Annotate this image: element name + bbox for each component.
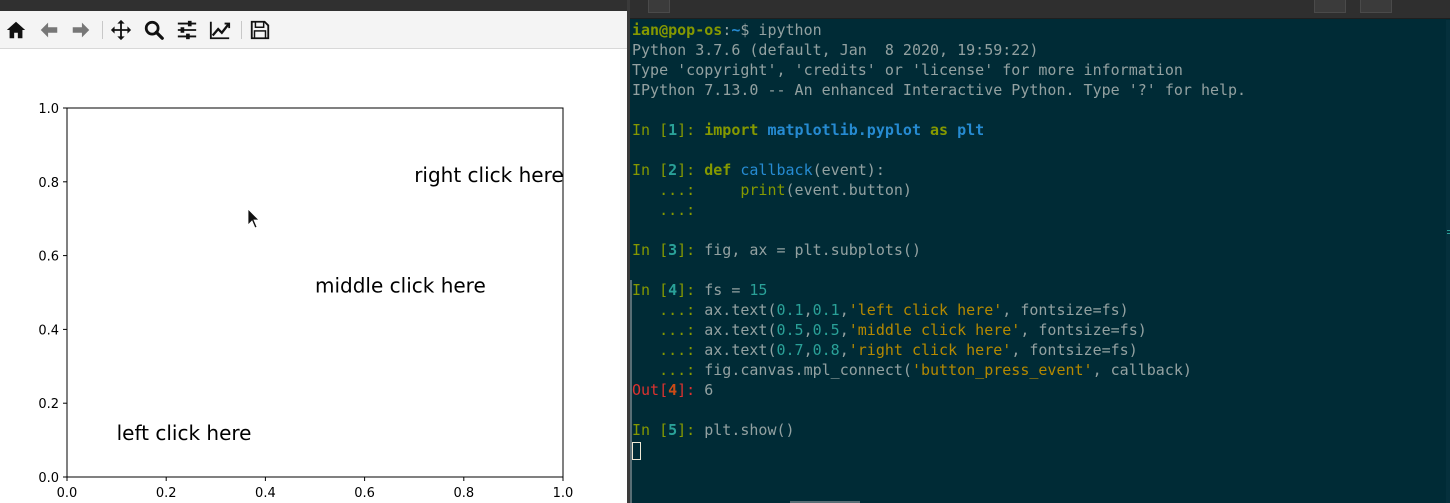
terminal-cursor — [632, 441, 641, 460]
x-tick-label: 1.0 — [553, 486, 574, 501]
edit-axes-button[interactable] — [208, 18, 232, 42]
x-tick-label: 0.8 — [453, 486, 474, 501]
cursor-line[interactable] — [632, 440, 1446, 460]
prompt-user: ian@pop-os — [632, 21, 723, 39]
arrow-right-icon — [72, 22, 90, 38]
line-chart-icon — [209, 21, 231, 40]
forward-button[interactable] — [69, 18, 93, 42]
move-icon — [110, 19, 132, 41]
continuation-line: ...: ax.text(0.1,0.1,'left click here', … — [632, 301, 1129, 319]
matplotlib-window: 0.0 0.2 0.4 0.6 0.8 1.0 0.0 0.2 0.4 0.6 0.8 1.0 lef… — [0, 0, 627, 503]
floppy-disk-icon — [250, 20, 270, 40]
configure-subplots-button[interactable] — [175, 18, 199, 42]
matplotlib-toolbar — [0, 11, 627, 49]
back-button[interactable] — [37, 18, 61, 42]
y-tick-label: 0.2 — [38, 397, 59, 412]
continuation-line: ...: print(event.button) — [632, 181, 912, 199]
toolbar-separator — [102, 21, 103, 39]
input-line-2: In [2]: def callback(event): — [632, 161, 885, 179]
input-line-1: In [1]: import matplotlib.pyplot as plt — [632, 121, 985, 139]
terminal-output[interactable]: ian@pop-os:~$ ipython Python 3.7.6 (defa… — [632, 20, 1446, 503]
y-tick-label: 0.8 — [38, 176, 59, 191]
y-tick-label: 0.0 — [38, 471, 59, 486]
home-icon — [6, 21, 26, 39]
continuation-line: ...: ax.text(0.5,0.5,'middle click here'… — [632, 321, 1147, 339]
annotation-text: left click here — [117, 421, 252, 445]
save-button[interactable] — [248, 18, 272, 42]
terminal-menu-button[interactable] — [648, 0, 670, 13]
x-tick-label: 0.6 — [354, 486, 375, 501]
x-tick-label: 0.2 — [156, 486, 177, 501]
zoom-button[interactable] — [142, 18, 166, 42]
continuation-line: ...: ax.text(0.7,0.8,'right click here',… — [632, 341, 1138, 359]
shell-prompt-line: ian@pop-os:~$ ipython — [632, 21, 822, 39]
x-tick-label: 0.4 — [255, 486, 276, 501]
banner-line: Python 3.7.6 (default, Jan 8 2020, 19:59… — [632, 41, 1039, 59]
toolbar-separator — [241, 21, 242, 39]
banner-line: IPython 7.13.0 -- An enhanced Interactiv… — [632, 81, 1247, 99]
output-line-4: Out[4]: 6 — [632, 381, 714, 399]
terminal-search-button[interactable] — [1314, 0, 1346, 13]
annotation-text: middle click here — [315, 274, 486, 298]
input-line-5: In [5]: plt.show() — [632, 421, 795, 439]
sliders-icon — [177, 20, 197, 40]
continuation-line: ...: — [632, 201, 705, 219]
matplotlib-titlebar — [0, 0, 627, 11]
home-button[interactable] — [4, 18, 28, 42]
input-line-3: In [3]: fig, ax = plt.subplots() — [632, 241, 921, 259]
plot-canvas[interactable]: 0.0 0.2 0.4 0.6 0.8 1.0 0.0 0.2 0.4 0.6 0.8 1.0 lef… — [0, 49, 627, 503]
pan-button[interactable] — [109, 18, 133, 42]
arrow-left-icon — [40, 22, 58, 38]
terminal-left-edge — [630, 280, 632, 503]
annotation-text: right click here — [414, 163, 563, 187]
input-line-4: In [4]: fs = 15 — [632, 281, 768, 299]
banner-line: Type 'copyright', 'credits' or 'license'… — [632, 61, 1183, 79]
terminal-titlebar — [630, 0, 1450, 19]
terminal-scrollbar[interactable] — [1446, 20, 1450, 503]
y-tick-label: 0.6 — [38, 250, 59, 265]
y-tick-label: 1.0 — [38, 102, 59, 117]
x-tick-label: 0.0 — [57, 486, 78, 501]
terminal-options-button[interactable] — [1360, 0, 1392, 13]
continuation-line: ...: fig.canvas.mpl_connect('button_pres… — [632, 361, 1192, 379]
terminal-window[interactable]: ian@pop-os:~$ ipython Python 3.7.6 (defa… — [627, 0, 1450, 503]
magnifier-icon — [144, 20, 164, 40]
y-tick-label: 0.4 — [38, 323, 59, 338]
